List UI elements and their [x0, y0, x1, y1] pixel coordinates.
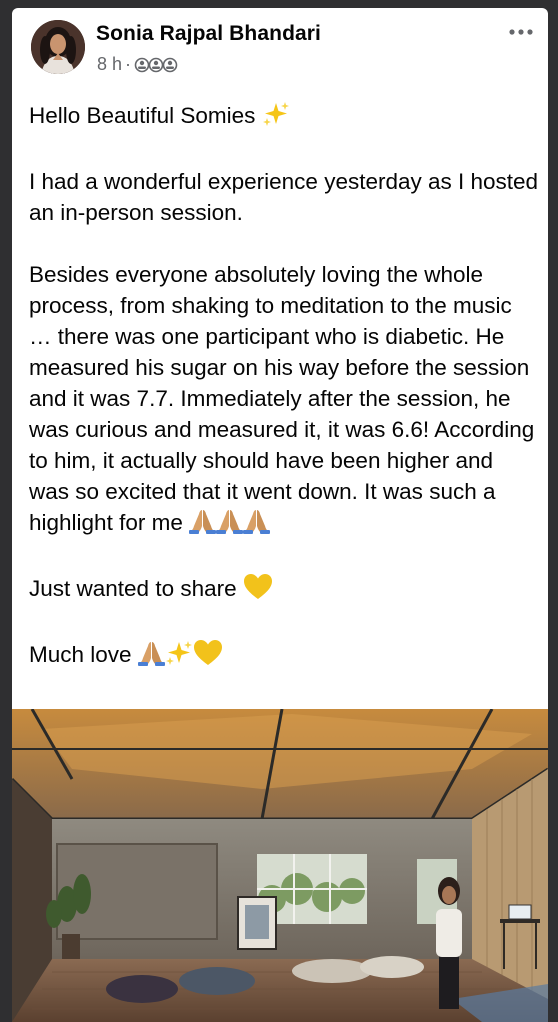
folded-hands-emoji-icon: [216, 508, 244, 542]
post-meta: 8 h ·: [97, 54, 178, 75]
yellow-heart-emoji-icon: [243, 573, 273, 608]
post-paragraph: Much love: [29, 639, 539, 674]
post-paragraph: Besides everyone absolutely loving the w…: [29, 259, 539, 542]
yellow-heart-emoji-icon: [193, 639, 223, 674]
post-header: Sonia Rajpal Bhandari 8 h ·: [12, 8, 548, 88]
folded-hands-emoji-icon: [243, 508, 271, 542]
author-name[interactable]: Sonia Rajpal Bhandari: [96, 22, 321, 46]
meta-separator: ·: [125, 54, 132, 74]
post-paragraph-text: Much love: [29, 642, 132, 667]
friends-audience-icon: [134, 56, 178, 74]
post-paragraph-text: Just wanted to share: [29, 576, 237, 601]
post-body: Hello Beautiful Somies I had a wonderful…: [29, 100, 539, 705]
more-options-icon[interactable]: [504, 22, 538, 42]
folded-hands-emoji-icon: [137, 640, 165, 674]
folded-hands-emoji-icon: [189, 508, 217, 542]
post-paragraph-text: Besides everyone absolutely loving the w…: [29, 262, 541, 535]
sparkles-emoji-icon: [165, 640, 193, 674]
post-paragraph: Hello Beautiful Somies: [29, 100, 539, 135]
post-paragraph: Just wanted to share: [29, 573, 539, 608]
sparkles-emoji-icon: [262, 101, 290, 135]
avatar[interactable]: [31, 20, 85, 74]
post-time[interactable]: 8 h: [97, 54, 122, 75]
post-paragraph-text: Hello Beautiful Somies: [29, 103, 256, 128]
post-card: Sonia Rajpal Bhandari 8 h · Hello Beauti…: [12, 8, 548, 1022]
post-paragraph: I had a wonderful experience yesterday a…: [29, 169, 545, 225]
app-background: Sonia Rajpal Bhandari 8 h · Hello Beauti…: [0, 0, 558, 1022]
post-photo[interactable]: [12, 708, 548, 1022]
